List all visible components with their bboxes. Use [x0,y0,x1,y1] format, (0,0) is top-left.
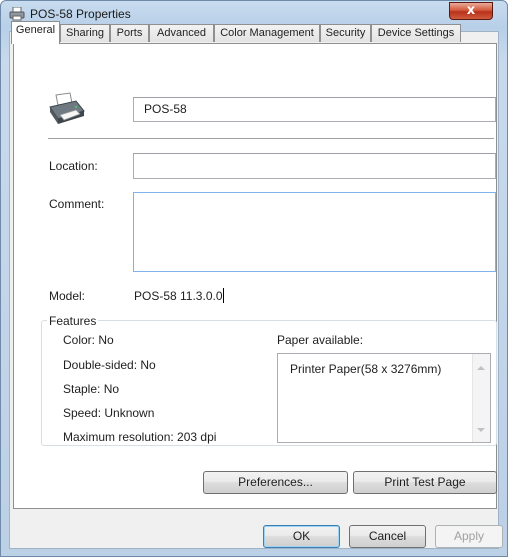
feature-speed: Speed: Unknown [63,406,155,420]
tab-color-management[interactable]: Color Management [214,24,320,42]
apply-button[interactable]: Apply [435,525,503,548]
feature-staple: Staple: No [63,382,120,396]
feature-max-resolution: Maximum resolution: 203 dpi [63,430,217,444]
tab-device-settings[interactable]: Device Settings [371,24,461,42]
separator [48,138,494,140]
tab-advanced[interactable]: Advanced [149,24,214,42]
window-title: POS-58 Properties [30,7,131,21]
properties-window: POS-58 Properties x General Sharing Port… [0,0,508,557]
scroll-down-icon[interactable] [477,428,485,432]
model-value[interactable]: POS-58 11.3.0.0 [134,289,223,303]
model-label: Model: [49,289,86,303]
tab-strip: General Sharing Ports Advanced Color Man… [11,21,501,44]
features-title: Features [47,314,99,328]
tab-general[interactable]: General [11,21,60,44]
feature-color: Color: No [63,333,114,347]
preferences-button[interactable]: Preferences... [203,471,348,494]
printer-icon [49,92,85,124]
print-test-page-button[interactable]: Print Test Page [353,471,497,494]
printer-icon [9,7,25,21]
cancel-button[interactable]: Cancel [349,525,426,548]
location-label: Location: [49,159,98,173]
scrollbar[interactable] [472,354,490,442]
tab-sharing[interactable]: Sharing [60,24,110,42]
comment-label: Comment: [49,197,105,211]
text-caret [223,288,224,303]
location-field[interactable] [133,153,496,179]
close-button[interactable]: x [449,2,493,20]
paper-listbox[interactable]: Printer Paper(58 x 3276mm) [277,353,491,443]
printer-name-field[interactable]: POS-58 [133,97,496,122]
scroll-up-icon[interactable] [477,366,485,370]
comment-field[interactable] [133,192,496,272]
feature-double-sided: Double-sided: No [63,358,156,372]
tab-security[interactable]: Security [320,24,371,42]
paper-available-label: Paper available: [277,333,364,347]
close-icon: x [466,3,476,18]
tab-ports[interactable]: Ports [110,24,149,42]
ok-button[interactable]: OK [263,525,340,548]
list-item[interactable]: Printer Paper(58 x 3276mm) [290,362,441,376]
